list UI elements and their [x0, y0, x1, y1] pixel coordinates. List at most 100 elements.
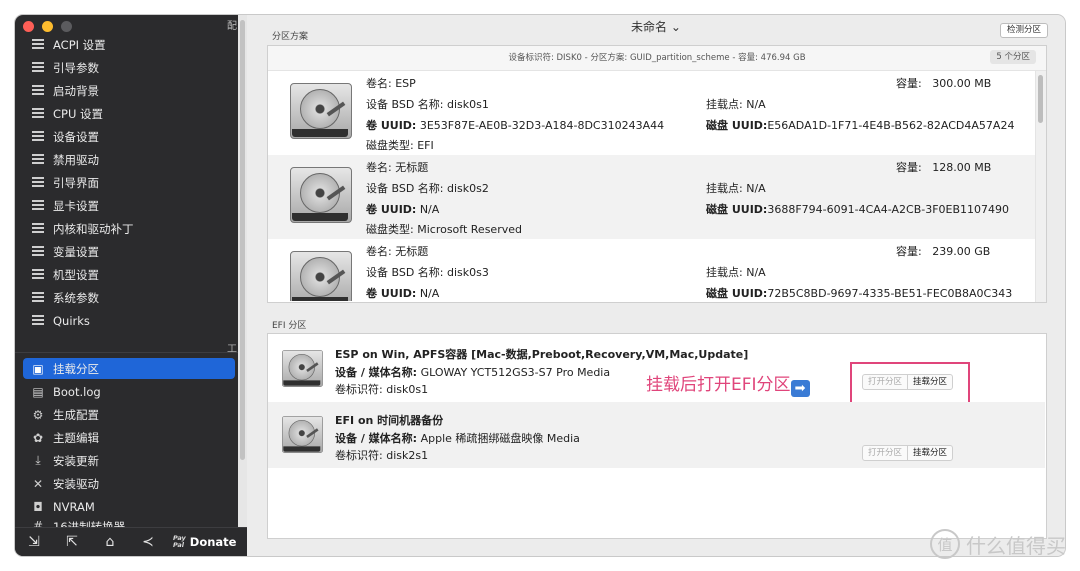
open-partition-button[interactable]: 打开分区	[863, 446, 909, 460]
annotation-text: 挂载后打开EFI分区 ➡	[646, 370, 810, 397]
paypal-icon: Pay Pal	[173, 534, 186, 549]
partition-list-scrollbar[interactable]	[1035, 71, 1046, 302]
sidebar: 配 ACPI 设置 引导参数 启动背景 CPU 设置 设备设置 禁用驱动 引导界…	[15, 15, 247, 556]
zoom-window-button[interactable]	[61, 21, 72, 32]
watermark-text: 什么值得买	[966, 533, 1066, 558]
window-controls	[23, 21, 72, 32]
chip-icon: ◘	[33, 499, 43, 514]
efi-button-group: 打开分区 挂载分区	[862, 374, 954, 390]
sidebar-item-quirks[interactable]: Quirks	[23, 310, 235, 331]
app-window: 配 ACPI 设置 引导参数 启动背景 CPU 设置 设备设置 禁用驱动 引导界…	[15, 15, 1065, 556]
efi-row[interactable]: ESP on Win, APFS容器 [Mac-数据,Preboot,Recov…	[268, 336, 1045, 404]
sidebar-item-label: 禁用驱动	[53, 152, 99, 167]
sidebar-bottom-toolbar: ⇲ ⇱ ⌂ ≺ Pay Pal Donate	[15, 527, 247, 556]
sidebar-item-label: 变量设置	[53, 244, 99, 259]
tools-icon: ✕	[32, 476, 44, 491]
sidebar-item-boot-args[interactable]: 引导参数	[23, 57, 235, 78]
list-icon	[31, 314, 45, 328]
watermark: 值 什么值得买	[930, 529, 1066, 559]
sidebar-item-theme-editor[interactable]: ✿ 主题编辑	[23, 427, 235, 448]
sidebar-item-label: 系统参数	[53, 290, 99, 305]
sidebar-item-generate-config[interactable]: ⚙ 生成配置	[23, 404, 235, 425]
partition-row[interactable]: 卷名: 无标题 容量: 128.00 MB 设备 BSD 名称: disk0s2…	[268, 155, 1035, 239]
sidebar-item-label: NVRAM	[53, 499, 95, 514]
efi-partition-list: ESP on Win, APFS容器 [Mac-数据,Preboot,Recov…	[267, 333, 1047, 539]
sidebar-item-disabled-drivers[interactable]: 禁用驱动	[23, 149, 235, 170]
sidebar-item-label: 启动背景	[53, 83, 99, 98]
sidebar-item-boot-background[interactable]: 启动背景	[23, 80, 235, 101]
sidebar-item-gui[interactable]: 引导界面	[23, 172, 235, 193]
partition-list: 设备标识符: DISK0 - 分区方案: GUID_partition_sche…	[267, 45, 1047, 303]
list-icon	[31, 107, 45, 121]
partition-row[interactable]: 卷名: ESP 容量: 300.00 MB 设备 BSD 名称: disk0s1…	[268, 71, 1035, 155]
sidebar-item-label: 内核和驱动补丁	[53, 221, 134, 236]
mount-partition-button[interactable]: 挂载分区	[908, 446, 952, 460]
partition-count-badge: 5 个分区	[990, 50, 1036, 64]
list-icon	[31, 38, 45, 52]
sidebar-item-mount-partition[interactable]: ▣ 挂载分区	[23, 358, 235, 379]
sidebar-item-label: 机型设置	[53, 267, 99, 282]
gear-icon: ⚙	[32, 407, 44, 422]
sidebar-item-acpi[interactable]: ACPI 设置	[23, 34, 235, 55]
sidebar-item-label: 引导参数	[53, 60, 99, 75]
sidebar-item-label: ACPI 设置	[53, 37, 106, 52]
mount-partition-button[interactable]: 挂载分区	[908, 375, 952, 389]
partition-scheme-label: 分区方案	[272, 32, 309, 42]
sidebar-item-boot-log[interactable]: ▤ Boot.log	[23, 381, 235, 402]
partition-row[interactable]: 卷名: 无标题 容量: 239.00 GB 设备 BSD 名称: disk0s3…	[268, 239, 1035, 301]
efi-section-label: EFI 分区	[272, 321, 307, 331]
sidebar-item-smbios[interactable]: 机型设置	[23, 264, 235, 285]
share-icon[interactable]: ≺	[129, 534, 167, 550]
sidebar-item-label: 主题编辑	[53, 430, 99, 445]
sidebar-scrollbar[interactable]	[238, 15, 247, 556]
sidebar-item-label: 引导界面	[53, 175, 99, 190]
sidebar-item-devices[interactable]: 设备设置	[23, 126, 235, 147]
export-icon[interactable]: ⇱	[53, 534, 91, 550]
efi-row[interactable]: EFI on 时间机器备份 设备 / 媒体名称: Apple 稀疏捆绑磁盘映像 …	[268, 402, 1045, 468]
sidebar-item-label: Boot.log	[53, 384, 101, 399]
sidebar-item-label: 显卡设置	[53, 198, 99, 213]
sidebar-item-label: 安装更新	[53, 453, 99, 468]
import-icon[interactable]: ⇲	[15, 534, 53, 550]
disk-icon: ▣	[32, 361, 44, 376]
efi-title: EFI on 时间机器备份	[335, 414, 444, 427]
right-arrow-icon: ➡	[790, 380, 810, 397]
list-icon	[31, 176, 45, 190]
list-icon	[31, 268, 45, 282]
sidebar-divider	[15, 352, 247, 353]
list-icon	[31, 245, 45, 259]
sidebar-item-label: 安装驱动	[53, 476, 99, 491]
detect-partitions-button[interactable]: 检测分区	[999, 23, 1048, 38]
sidebar-item-variables[interactable]: 变量设置	[23, 241, 235, 262]
list-icon	[31, 153, 45, 167]
list-icon	[31, 222, 45, 236]
minimize-window-button[interactable]	[42, 21, 53, 32]
home-icon[interactable]: ⌂	[91, 534, 129, 550]
main-panel: 未命名 ⌄ 检测分区 分区方案 设备标识符: DISK0 - 分区方案: GUI…	[247, 15, 1065, 556]
config-section-icon: 配	[227, 21, 237, 32]
sidebar-item-nvram[interactable]: ◘ NVRAM	[23, 496, 235, 517]
sidebar-item-label: 挂载分区	[53, 361, 99, 376]
list-icon	[31, 199, 45, 213]
chevron-down-icon: ⌄	[670, 20, 681, 34]
sidebar-item-label: 生成配置	[53, 407, 99, 422]
open-partition-button[interactable]: 打开分区	[863, 375, 909, 389]
sidebar-item-cpu[interactable]: CPU 设置	[23, 103, 235, 124]
sidebar-item-label: 设备设置	[53, 129, 99, 144]
sidebar-item-install-update[interactable]: ⤓ 安装更新	[23, 450, 235, 471]
log-icon: ▤	[32, 384, 44, 399]
sidebar-item-system-parameters[interactable]: 系统参数	[23, 287, 235, 308]
list-icon	[31, 84, 45, 98]
window-title[interactable]: 未命名 ⌄	[247, 18, 1065, 35]
sidebar-item-kernel-patches[interactable]: 内核和驱动补丁	[23, 218, 235, 239]
efi-button-group: 打开分区 挂载分区	[862, 445, 954, 461]
sidebar-item-install-drivers[interactable]: ✕ 安装驱动	[23, 473, 235, 494]
theme-icon: ✿	[32, 430, 44, 445]
donate-button[interactable]: Pay Pal Donate	[173, 534, 236, 550]
sidebar-item-graphics[interactable]: 显卡设置	[23, 195, 235, 216]
sidebar-item-label: CPU 设置	[53, 106, 104, 121]
efi-title: ESP on Win, APFS容器 [Mac-数据,Preboot,Recov…	[335, 348, 749, 361]
close-window-button[interactable]	[23, 21, 34, 32]
disk-info-header: 设备标识符: DISK0 - 分区方案: GUID_partition_sche…	[268, 46, 1046, 71]
download-icon: ⤓	[35, 453, 41, 467]
